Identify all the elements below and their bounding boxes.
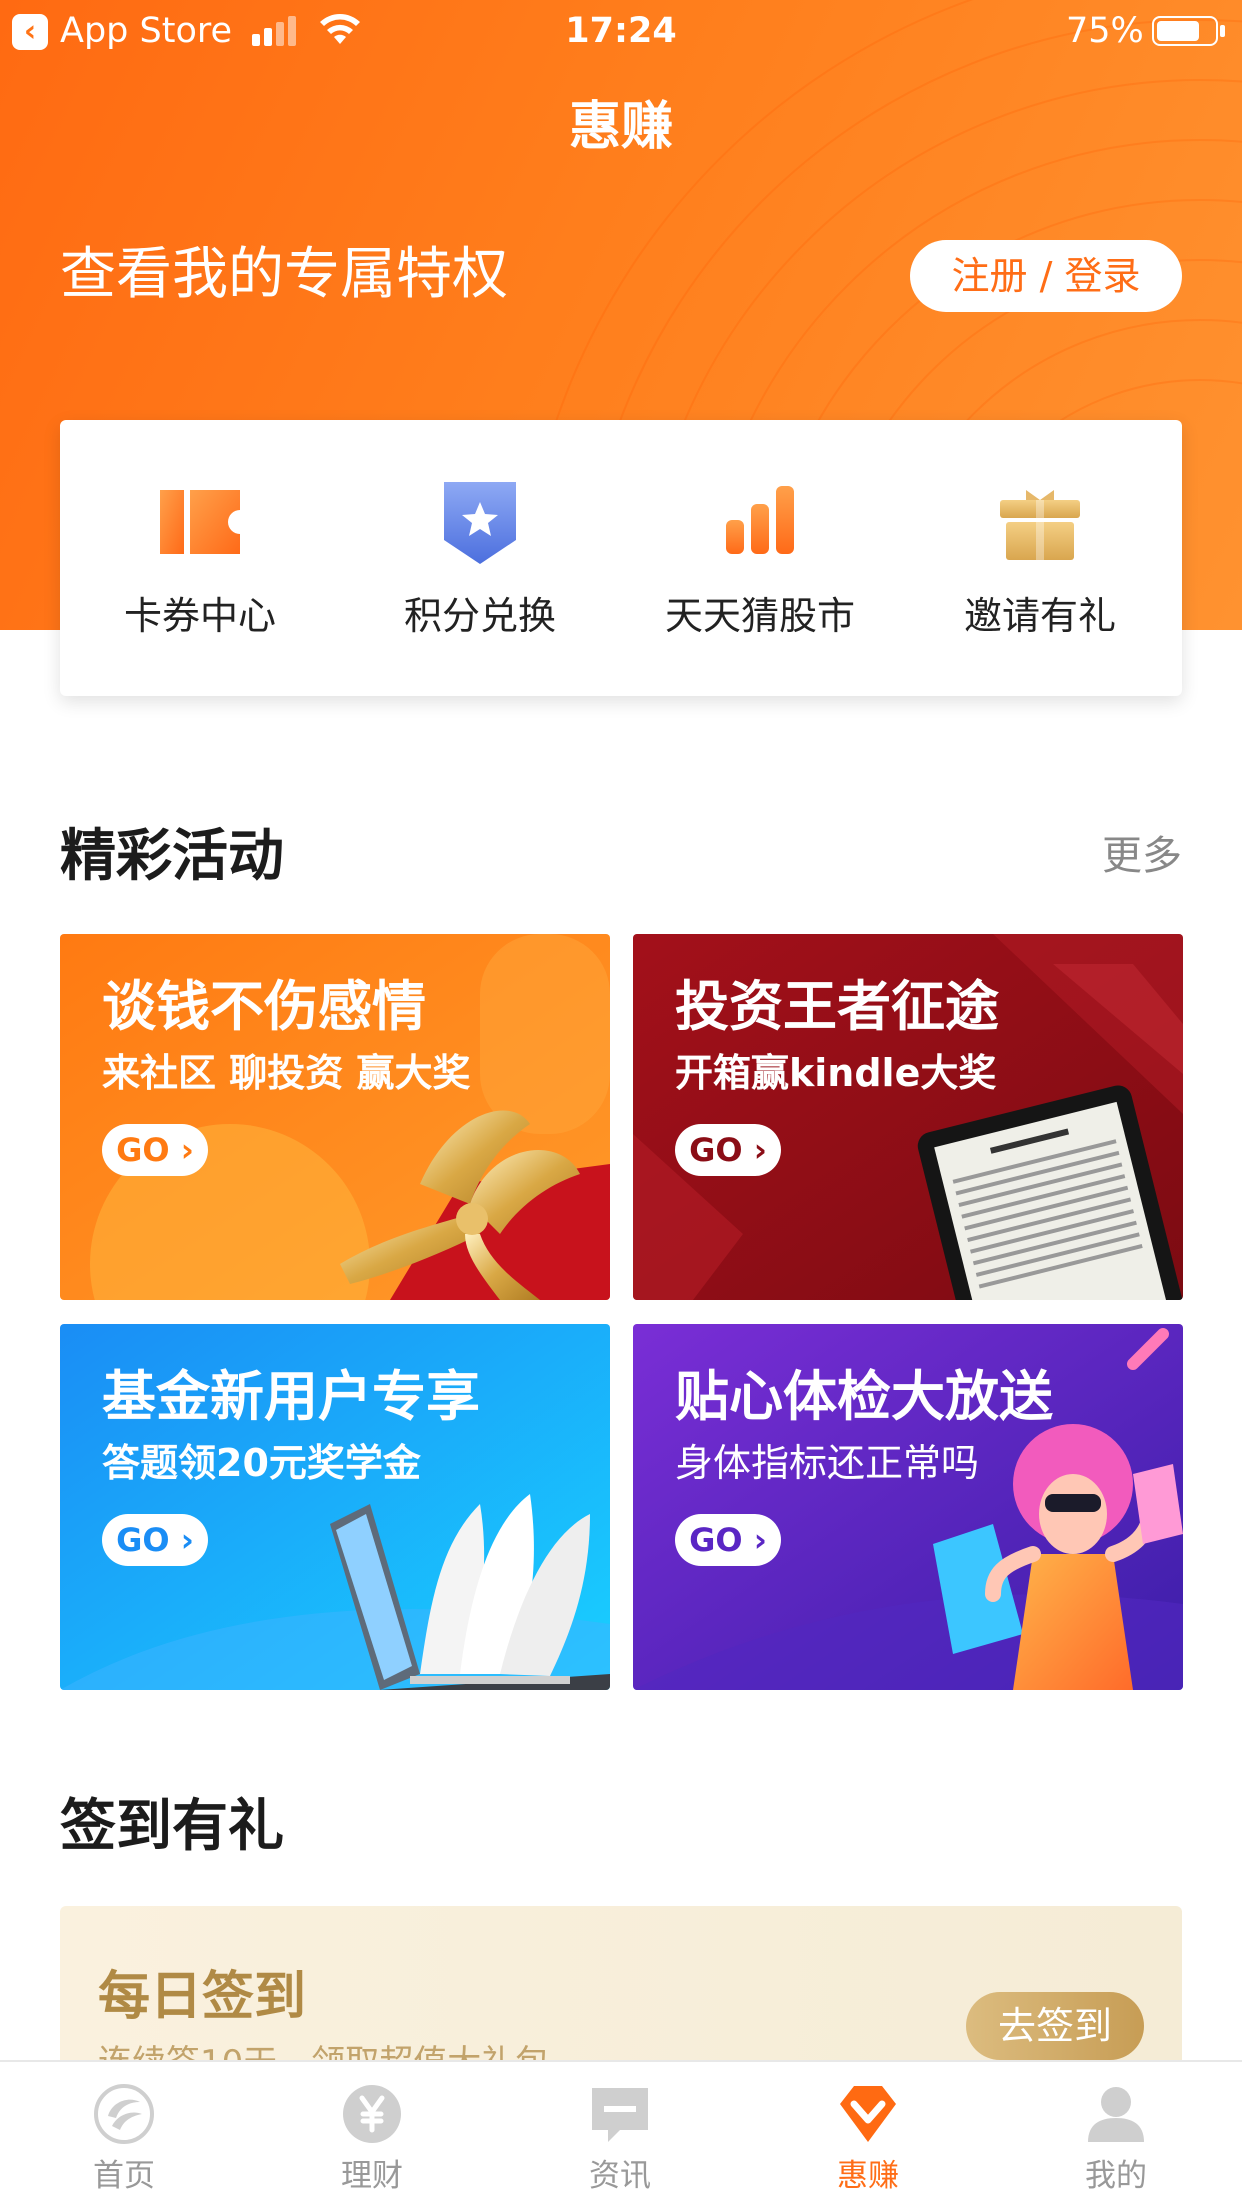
page-title: 惠赚 xyxy=(568,97,673,157)
sign-in-button[interactable]: 去签到 xyxy=(966,1992,1144,2060)
tab-home[interactable]: 首页 xyxy=(0,2062,248,2208)
signin-section-title: 签到有礼 xyxy=(60,1794,284,1859)
banner-subtitle: 身体指标还正常吗 xyxy=(675,1441,980,1485)
banner-title: 贴心体检大放送 xyxy=(675,1365,1053,1428)
go-label: GO xyxy=(689,1131,743,1169)
chevron-right-icon: › xyxy=(169,1131,194,1169)
tab-label: 资讯 xyxy=(589,2158,651,2194)
user-icon xyxy=(1088,2087,1144,2142)
tab-news[interactable]: 资讯 xyxy=(496,2062,744,2208)
tab-huizhuan[interactable]: 惠赚 xyxy=(744,2062,992,2208)
battery-icon xyxy=(1152,16,1225,46)
banner-title: 谈钱不伤感情 xyxy=(102,975,426,1038)
quick-item-coupons[interactable]: 卡券中心 xyxy=(60,420,340,696)
go-button[interactable]: GO › xyxy=(102,1124,208,1176)
quick-label: 积分兑换 xyxy=(403,594,556,638)
quick-actions-card: 卡券中心 积分兑换 天天猜股市 邀请有礼 xyxy=(60,420,1182,696)
more-link[interactable]: 更多 xyxy=(1102,826,1182,886)
daily-signin-title: 每日签到 xyxy=(98,1967,307,2027)
go-button[interactable]: GO › xyxy=(102,1514,208,1566)
go-label: GO xyxy=(116,1131,170,1169)
go-button[interactable]: GO › xyxy=(675,1124,781,1176)
tab-label: 我的 xyxy=(1085,2158,1147,2194)
banner-subtitle: 答题领20元奖学金 xyxy=(102,1441,421,1485)
huizhuan-icon xyxy=(840,2086,896,2142)
activities-title: 精彩活动 xyxy=(60,824,284,889)
page: ‹ App Store 17:24 75% 惠赚 查看我的专属特权 注册 / 登… xyxy=(0,0,1242,2208)
activity-banner[interactable]: 基金新用户专享 答题领20元奖学金 GO › xyxy=(60,1324,610,1690)
privilege-prompt[interactable]: 查看我的专属特权 xyxy=(60,238,508,312)
bar-chart-icon xyxy=(726,486,794,554)
quick-item-invite[interactable]: 邀请有礼 xyxy=(900,420,1180,696)
coupon-icon xyxy=(160,490,240,554)
phoenix-logo-icon xyxy=(94,2084,154,2144)
status-bar: ‹ App Store 17:24 75% xyxy=(0,0,1242,62)
chevron-right-icon: › xyxy=(169,1521,194,1559)
battery-percentage: 75% xyxy=(1066,11,1144,51)
quick-item-stock-guess[interactable]: 天天猜股市 xyxy=(620,420,900,696)
quick-label: 邀请有礼 xyxy=(963,594,1116,638)
quick-label: 天天猜股市 xyxy=(664,594,855,638)
banner-title: 基金新用户专享 xyxy=(102,1365,480,1428)
banner-subtitle: 来社区 聊投资 赢大奖 xyxy=(102,1051,471,1095)
go-label: GO xyxy=(689,1521,743,1559)
banner-title: 投资王者征途 xyxy=(675,975,999,1038)
status-time: 17:24 xyxy=(565,11,677,51)
chevron-right-icon: › xyxy=(742,1131,767,1169)
go-button[interactable]: GO › xyxy=(675,1514,781,1566)
activity-banner[interactable]: 贴心体检大放送 身体指标还正常吗 GO › xyxy=(633,1324,1183,1690)
gift-icon xyxy=(1000,490,1080,560)
quick-label: 卡券中心 xyxy=(123,594,276,638)
banner-subtitle: 开箱赢kindle大奖 xyxy=(675,1051,997,1095)
go-label: GO xyxy=(116,1521,170,1559)
quick-item-points[interactable]: 积分兑换 xyxy=(340,420,620,696)
tab-profile[interactable]: 我的 xyxy=(992,2062,1240,2208)
chevron-right-icon: › xyxy=(742,1521,767,1559)
tab-label: 惠赚 xyxy=(837,2158,899,2194)
news-icon xyxy=(592,2088,648,2142)
star-shield-icon xyxy=(444,482,516,564)
activity-banner[interactable]: 投资王者征途 开箱赢kindle大奖 GO › xyxy=(633,934,1183,1300)
register-login-button[interactable]: 注册 / 登录 xyxy=(910,240,1182,312)
yen-coin-icon xyxy=(343,2085,401,2143)
bottom-tab-bar: 首页 理财 资讯 惠赚 我的 xyxy=(0,2060,1242,2208)
tab-finance[interactable]: 理财 xyxy=(248,2062,496,2208)
tab-label: 理财 xyxy=(341,2158,403,2194)
activity-banner[interactable]: 谈钱不伤感情 来社区 聊投资 赢大奖 GO › xyxy=(60,934,610,1300)
tab-label: 首页 xyxy=(93,2158,155,2194)
